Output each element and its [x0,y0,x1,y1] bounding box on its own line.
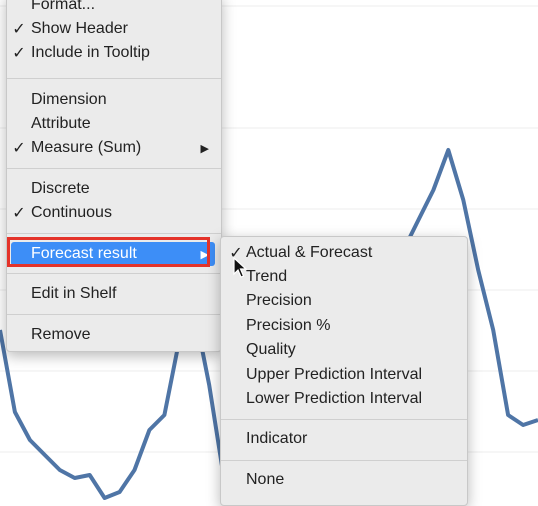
menu-item-label: Dimension [31,91,107,108]
submenu-arrow-icon: ▶ [200,142,209,155]
menu-item-attribute[interactable]: Attribute [7,112,221,136]
menu-item-label: Measure (Sum) [31,139,142,156]
menu-item-label: Trend [246,268,288,285]
menu-item-label: Show Header [31,20,128,37]
menu-separator [7,273,221,274]
menu-item-label: Edit in Shelf [31,285,117,302]
menu-separator [7,314,221,315]
submenu-item-upper-prediction-interval[interactable]: Upper Prediction Interval [221,363,467,387]
menu-item-label: Include in Tooltip [31,44,150,61]
menu-item-label: None [246,471,285,488]
menu-item-label: Precision % [246,317,331,334]
menu-separator [221,460,467,461]
forecast-result-submenu: ✓ Actual & Forecast Trend Precision Prec… [220,236,468,506]
menu-item-label: Continuous [31,204,112,221]
menu-separator [7,78,221,79]
menu-separator [221,419,467,420]
menu-item-label: Format... [31,0,96,13]
check-icon: ✓ [12,45,26,62]
menu-item-label: Upper Prediction Interval [246,366,423,383]
submenu-item-quality[interactable]: Quality [221,338,467,362]
submenu-item-precision-percent[interactable]: Precision % [221,314,467,338]
menu-item-label: Actual & Forecast [246,244,373,261]
menu-item-measure-sum[interactable]: ✓ Measure (Sum) ▶ [7,136,221,160]
menu-separator [7,233,221,234]
check-icon: ✓ [12,205,26,222]
menu-item-label: Forecast result [31,245,137,262]
menu-item-forecast-result[interactable]: Forecast result ▶ [11,242,215,266]
check-icon: ✓ [12,140,26,157]
menu-item-label: Lower Prediction Interval [246,390,423,407]
menu-item-edit-in-shelf[interactable]: Edit in Shelf [7,282,221,306]
menu-item-label: Quality [246,341,296,358]
field-context-menu: Format... ✓ Show Header ✓ Include in Too… [6,0,222,352]
menu-item-label: Indicator [246,430,308,447]
menu-item-label: Precision [246,292,312,309]
submenu-item-lower-prediction-interval[interactable]: Lower Prediction Interval [221,387,467,411]
submenu-item-trend[interactable]: Trend [221,265,467,289]
menu-item-label: Discrete [31,180,90,197]
menu-item-label: Remove [31,326,91,343]
submenu-item-actual-and-forecast[interactable]: ✓ Actual & Forecast [221,241,467,265]
menu-item-dimension[interactable]: Dimension [7,88,221,112]
menu-item-format[interactable]: Format... [7,0,221,17]
check-icon: ✓ [12,21,26,38]
menu-item-label: Attribute [31,115,91,132]
submenu-item-none[interactable]: None [221,468,467,492]
menu-item-remove[interactable]: Remove [7,323,221,347]
mouse-pointer-icon [233,257,247,278]
submenu-item-precision[interactable]: Precision [221,289,467,313]
submenu-arrow-icon: ▶ [200,248,209,261]
menu-item-show-header[interactable]: ✓ Show Header [7,17,221,41]
submenu-item-indicator[interactable]: Indicator [221,427,467,451]
menu-item-discrete[interactable]: Discrete [7,177,221,201]
menu-item-include-in-tooltip[interactable]: ✓ Include in Tooltip [7,41,221,65]
menu-item-continuous[interactable]: ✓ Continuous [7,201,221,225]
menu-separator [7,168,221,169]
